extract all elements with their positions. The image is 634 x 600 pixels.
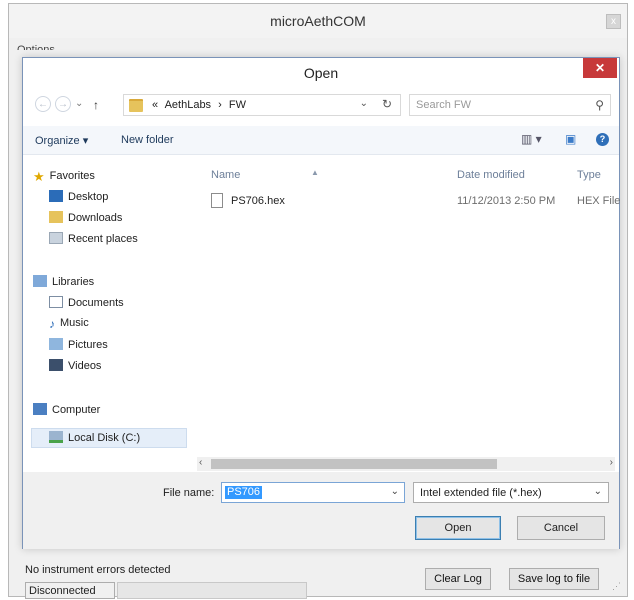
navigation-pane: ★ Favorites Desktop Downloads Recent plac… — [23, 155, 201, 455]
nav-pictures[interactable]: Pictures — [49, 338, 108, 351]
scroll-left-icon[interactable]: ‹ — [199, 457, 202, 468]
search-icon: ⚲ — [595, 98, 604, 112]
command-bar: Organize ▾ New folder ▥ ▾ ▣ ? — [23, 126, 619, 155]
search-placeholder: Search FW — [416, 99, 472, 111]
column-header-type[interactable]: Type — [577, 169, 601, 181]
folder-icon — [129, 99, 143, 112]
breadcrumb: « AethLabs › FW — [152, 99, 250, 111]
app-close-button[interactable]: x — [606, 14, 621, 29]
address-bar[interactable]: « AethLabs › FW ⌄ ↻ — [123, 94, 401, 116]
breadcrumb-overflow[interactable]: « — [152, 99, 158, 111]
videos-icon — [49, 359, 63, 371]
recent-places-icon — [49, 232, 63, 244]
local-disk-icon — [49, 431, 63, 443]
nav-recent-places[interactable]: Recent places — [49, 232, 138, 245]
nav-computer-label: Computer — [52, 404, 101, 416]
recent-locations-chevron-icon[interactable]: ⌄ — [75, 98, 83, 109]
dialog-footer: File name: PS706 ⌄ Intel extended file (… — [23, 472, 619, 549]
nav-downloads[interactable]: Downloads — [49, 211, 122, 224]
menu-options[interactable]: Options — [17, 42, 55, 50]
nav-desktop-label: Desktop — [68, 191, 109, 203]
nav-favorites-label: Favorites — [49, 170, 95, 182]
help-icon[interactable]: ? — [596, 133, 609, 146]
file-name-input[interactable]: PS706 ⌄ — [221, 482, 405, 503]
app-titlebar: microAethCOM x — [9, 4, 627, 38]
forward-arrow-icon[interactable]: → — [55, 96, 71, 112]
nav-videos[interactable]: Videos — [49, 359, 101, 372]
nav-music[interactable]: ♪ Music — [49, 317, 89, 331]
chevron-down-icon[interactable]: ⌄ — [360, 98, 368, 109]
nav-libraries-label: Libraries — [52, 276, 95, 288]
desktop-icon — [49, 190, 63, 202]
search-input[interactable]: Search FW ⚲ — [409, 94, 611, 116]
open-dialog: Open ✕ ← → ⌄ ↑ « AethLabs › FW ⌄ ↻ Searc… — [22, 57, 620, 549]
new-folder-button[interactable]: New folder — [121, 134, 174, 146]
file-type: HEX File — [577, 195, 621, 207]
nav-desktop[interactable]: Desktop — [49, 190, 108, 203]
status-message: No instrument errors detected — [25, 564, 171, 576]
chevron-down-icon[interactable]: ⌄ — [594, 486, 602, 497]
view-options-icon[interactable]: ▥ ▾ — [521, 132, 542, 146]
downloads-icon — [49, 211, 63, 223]
breadcrumb-fw[interactable]: FW — [229, 99, 246, 111]
nav-pictures-label: Pictures — [68, 339, 108, 351]
scrollbar-thumb[interactable] — [211, 459, 497, 469]
file-type-select[interactable]: Intel extended file (*.hex) ⌄ — [413, 482, 609, 503]
nav-documents[interactable]: Documents — [49, 296, 124, 309]
save-log-button[interactable]: Save log to file — [509, 568, 599, 590]
preview-pane-icon[interactable]: ▣ — [565, 132, 576, 146]
breadcrumb-aethlabs[interactable]: AethLabs — [165, 99, 211, 111]
nav-local-disk-label: Local Disk (C:) — [68, 432, 141, 444]
sort-ascending-icon: ▲ — [311, 168, 319, 177]
documents-icon — [49, 296, 63, 308]
dialog-title: Open — [303, 65, 339, 81]
star-icon: ★ — [33, 169, 45, 184]
column-header-date[interactable]: Date modified — [457, 169, 525, 181]
up-arrow-icon[interactable]: ↑ — [93, 98, 99, 112]
file-name-label: File name: — [163, 487, 215, 499]
computer-icon — [33, 403, 47, 415]
organize-menu[interactable]: Organize ▾ — [35, 134, 88, 147]
file-row[interactable]: PS706.hex 11/12/2013 2:50 PM HEX File — [209, 193, 621, 211]
scroll-right-icon[interactable]: › — [610, 457, 613, 468]
refresh-icon[interactable]: ↻ — [382, 97, 392, 111]
chevron-down-icon[interactable]: ⌄ — [391, 486, 399, 497]
connection-status: Disconnected — [25, 582, 115, 599]
dialog-close-button[interactable]: ✕ — [583, 58, 617, 78]
pictures-icon — [49, 338, 63, 350]
resize-grip-icon[interactable]: ⋰ — [612, 581, 621, 592]
column-header-name-label: Name — [211, 169, 241, 181]
libraries-icon — [33, 275, 47, 287]
file-name: PS706.hex — [231, 195, 285, 207]
file-type-value: Intel extended file (*.hex) — [420, 487, 542, 499]
nav-favorites[interactable]: ★ Favorites — [33, 169, 95, 184]
nav-libraries[interactable]: Libraries — [33, 275, 94, 288]
horizontal-scrollbar[interactable]: ‹ › — [197, 457, 615, 471]
file-icon — [211, 193, 223, 208]
back-arrow-icon[interactable]: ← — [35, 96, 51, 112]
nav-computer[interactable]: Computer — [33, 403, 100, 416]
nav-recent-label: Recent places — [68, 233, 138, 245]
dialog-titlebar: Open ✕ — [23, 58, 619, 88]
nav-videos-label: Videos — [68, 360, 102, 372]
status-progress-bar — [117, 582, 307, 599]
navigation-bar: ← → ⌄ ↑ « AethLabs › FW ⌄ ↻ Search FW ⚲ — [23, 88, 619, 124]
file-date: 11/12/2013 2:50 PM — [457, 195, 556, 207]
music-icon: ♪ — [49, 317, 55, 331]
file-name-value: PS706 — [225, 486, 263, 499]
app-title: microAethCOM — [270, 13, 366, 29]
breadcrumb-separator: › — [218, 99, 222, 111]
nav-local-disk[interactable]: Local Disk (C:) — [49, 431, 140, 444]
cancel-button[interactable]: Cancel — [517, 516, 605, 540]
open-button[interactable]: Open — [415, 516, 501, 540]
clear-log-button[interactable]: Clear Log — [425, 568, 491, 590]
file-list: Name ▲ Date modified Type PS706.hex 11/1… — [203, 155, 621, 455]
column-header-name[interactable]: Name ▲ — [211, 168, 319, 181]
nav-music-label: Music — [60, 317, 89, 329]
nav-documents-label: Documents — [68, 297, 124, 309]
nav-downloads-label: Downloads — [68, 212, 123, 224]
